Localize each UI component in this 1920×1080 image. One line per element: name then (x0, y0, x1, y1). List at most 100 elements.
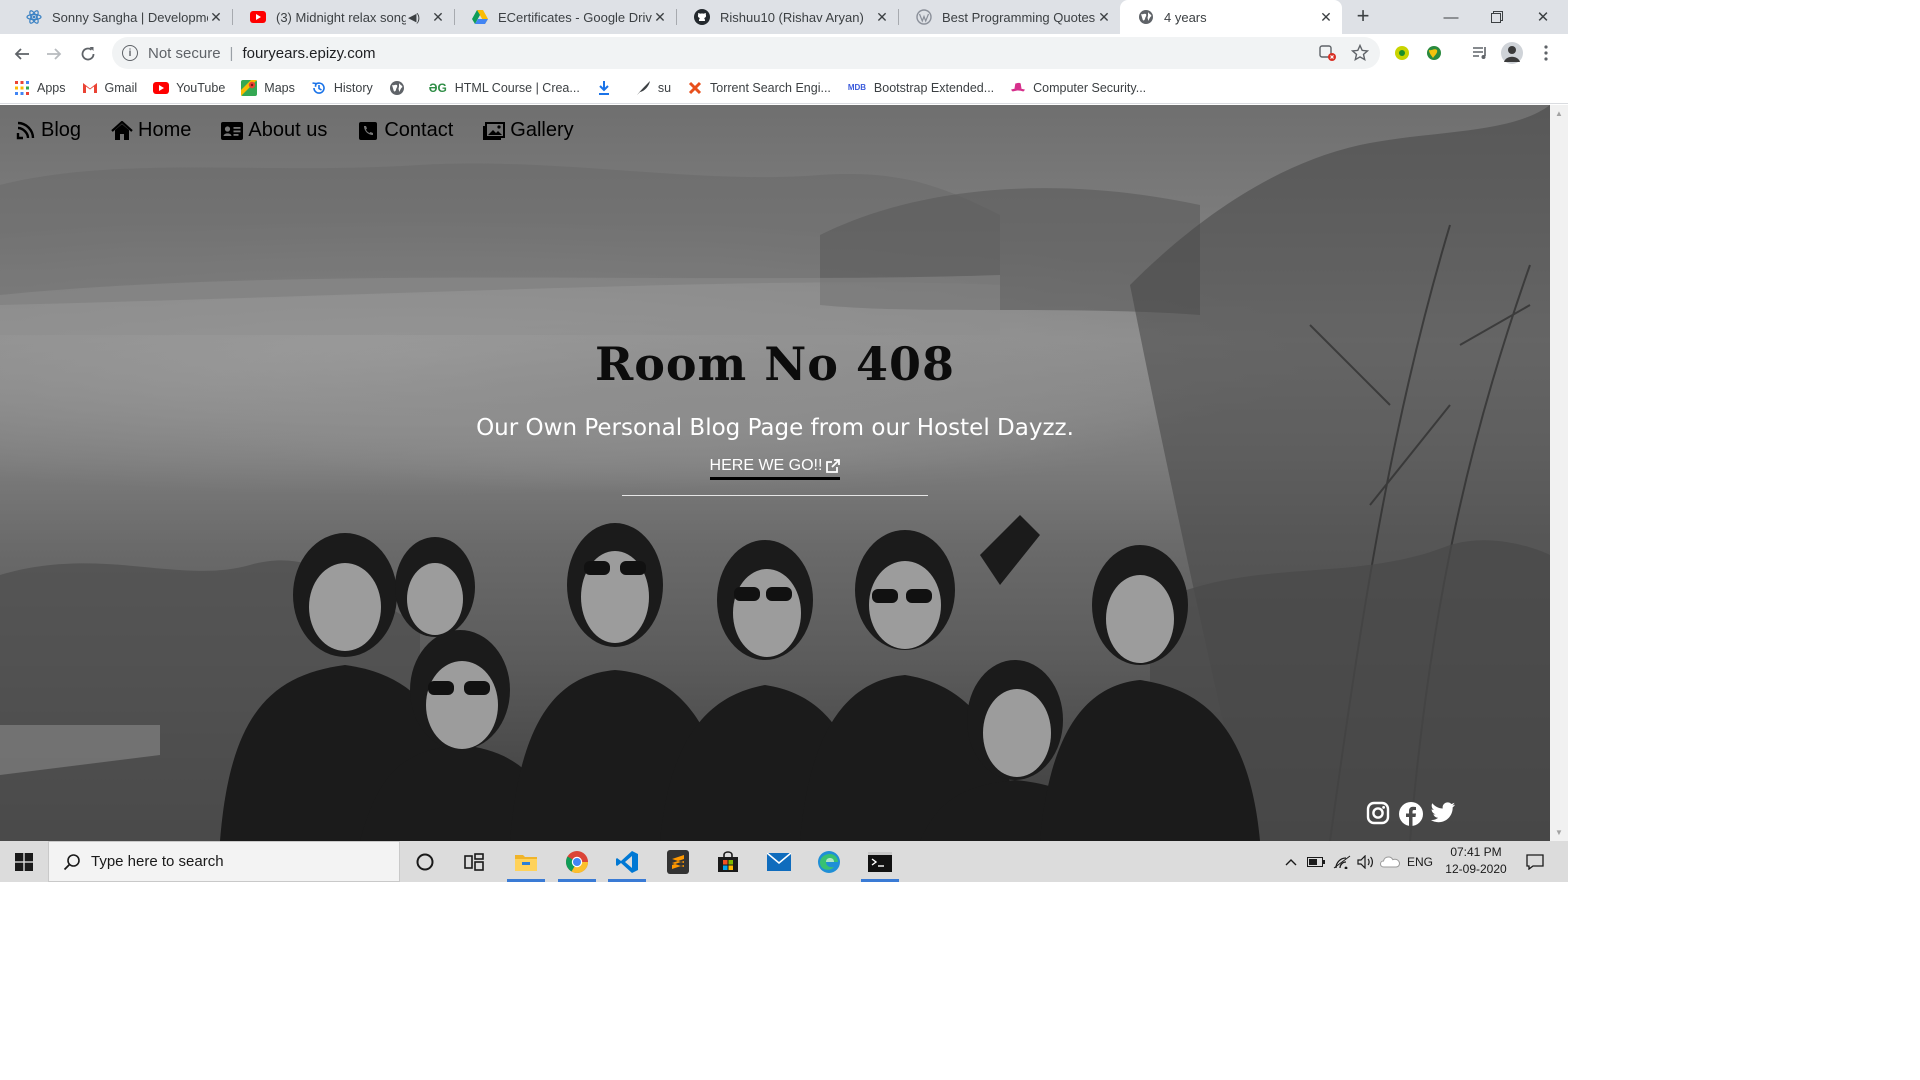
browser-tab-5[interactable]: Best Programming Quotes - ✕ (898, 0, 1120, 34)
reload-button[interactable] (75, 41, 101, 67)
minimize-button[interactable]: — (1428, 0, 1474, 34)
nav-contact[interactable]: Contact (357, 119, 453, 142)
speaker-icon[interactable]: ◀) (406, 11, 422, 24)
menu-kebab-icon[interactable] (1532, 38, 1560, 68)
nav-label: Home (138, 119, 192, 141)
close-icon[interactable]: ✕ (1318, 9, 1334, 26)
url-text[interactable]: fouryears.epizy.com (242, 45, 375, 62)
bookmark-label: Apps (37, 80, 66, 95)
file-explorer-icon[interactable] (503, 841, 549, 882)
forward-button[interactable] (41, 41, 67, 67)
start-button[interactable] (0, 841, 48, 882)
bookmark-su[interactable]: su (635, 80, 671, 96)
group-photo-illustration (220, 515, 1260, 841)
bookmark-label: HTML Course | Crea... (454, 80, 580, 95)
bookmark-globe[interactable] (389, 80, 412, 96)
extension-globe-icon[interactable] (1420, 38, 1448, 68)
address-bar[interactable]: i Not secure | fouryears.epizy.com (112, 37, 1380, 69)
store-icon[interactable] (705, 841, 751, 882)
id-card-icon (221, 121, 244, 141)
hero-title: Room No 408 (594, 337, 956, 391)
close-icon[interactable]: ✕ (874, 9, 890, 26)
divider: | (229, 44, 234, 62)
browser-tab-4[interactable]: Rishuu10 (Rishav Aryan) ✕ (676, 0, 898, 34)
wordpress-icon (916, 9, 932, 25)
facebook-icon[interactable] (1398, 801, 1424, 827)
scroll-down-icon[interactable]: ▼ (1555, 828, 1563, 837)
tab-title: ECertificates - Google Drive (498, 9, 652, 25)
mail-icon[interactable] (756, 841, 802, 882)
media-queue-icon[interactable] (1466, 38, 1494, 68)
bookmark-torrent[interactable]: Torrent Search Engi... (687, 80, 831, 96)
browser-tab-strip: Sonny Sangha | Developmen ✕ (3) Midnight… (0, 0, 1568, 34)
nav-label: Blog (41, 119, 82, 141)
language-indicator[interactable]: ENG (1404, 841, 1436, 882)
nav-label: Contact (384, 119, 454, 141)
task-view-icon[interactable] (451, 841, 497, 882)
vertical-scrollbar[interactable]: ▲ ▼ (1550, 105, 1568, 841)
close-icon[interactable]: ✕ (652, 9, 668, 26)
wifi-icon[interactable] (1330, 841, 1354, 882)
bookmark-history[interactable]: History (311, 80, 373, 96)
taskbar-search[interactable]: Type here to search (48, 841, 400, 882)
bookmark-bootstrap[interactable]: MDB Bootstrap Extended... (847, 80, 994, 96)
notification-icon[interactable] (1518, 841, 1552, 882)
security-label: Not secure (148, 44, 221, 62)
globe-icon (1138, 9, 1154, 25)
nav-about-us[interactable]: About us (221, 119, 327, 142)
bookmark-youtube[interactable]: YouTube (153, 80, 225, 96)
geeksforgeeks-icon: ƏG (428, 80, 447, 95)
extension-icon[interactable] (1388, 38, 1416, 68)
system-clock[interactable]: 07:41 PM 12-09-2020 (1440, 844, 1512, 878)
bookmark-computer-security[interactable]: Computer Security... (1010, 80, 1146, 96)
bookmark-apps[interactable]: Apps (14, 80, 66, 96)
feather-icon (635, 80, 651, 96)
hero-divider (622, 495, 928, 496)
close-icon[interactable]: ✕ (208, 9, 224, 26)
hero-cta-wrapper: HERE WE GO!! (0, 455, 1550, 480)
close-window-button[interactable]: ✕ (1520, 0, 1566, 34)
new-tab-button[interactable]: + (1351, 5, 1375, 29)
battery-icon[interactable] (1304, 841, 1328, 882)
nav-blog[interactable]: Blog (14, 119, 81, 142)
back-arrow-icon (14, 48, 29, 60)
browser-tab-6[interactable]: 4 years ✕ (1120, 0, 1342, 34)
page-viewport: Blog Home About us Contact Gallery Room … (0, 105, 1550, 841)
browser-tab-1[interactable]: Sonny Sangha | Developmen ✕ (8, 0, 232, 34)
browser-tab-2[interactable]: (3) Midnight relax song h ◀) ✕ (232, 0, 454, 34)
site-navbar: Blog Home About us Contact Gallery (14, 119, 604, 142)
bookmark-html-course[interactable]: ƏG HTML Course | Crea... (428, 80, 580, 96)
vscode-icon[interactable] (604, 841, 650, 882)
chevron-up-icon[interactable] (1280, 841, 1302, 882)
star-icon[interactable] (1346, 38, 1374, 68)
info-icon[interactable]: i (122, 45, 138, 61)
edge-icon[interactable] (806, 841, 852, 882)
bookmark-gmail[interactable]: Gmail (82, 80, 137, 96)
clock-time: 07:41 PM (1450, 845, 1502, 859)
profile-avatar[interactable] (1498, 38, 1526, 68)
restore-button[interactable] (1474, 0, 1520, 34)
volume-icon[interactable] (1354, 841, 1378, 882)
instagram-icon[interactable] (1366, 801, 1392, 827)
nav-gallery[interactable]: Gallery (483, 119, 574, 142)
bookmark-label: su (657, 80, 672, 95)
cta-label: HERE WE GO!! (709, 457, 823, 474)
history-icon (311, 80, 327, 96)
phone-icon (357, 121, 379, 141)
browser-tab-3[interactable]: ECertificates - Google Drive ✕ (454, 0, 676, 34)
twitter-icon[interactable] (1430, 801, 1456, 827)
terminal-icon[interactable] (857, 841, 903, 882)
bookmark-download[interactable] (596, 80, 619, 96)
cortana-icon[interactable] (402, 841, 448, 882)
translate-icon[interactable] (1314, 38, 1342, 68)
here-we-go-button[interactable]: HERE WE GO!! (709, 455, 841, 480)
back-button[interactable] (9, 41, 35, 67)
nav-home[interactable]: Home (111, 119, 191, 142)
close-icon[interactable]: ✕ (1096, 9, 1112, 26)
chrome-icon[interactable] (554, 841, 600, 882)
close-icon[interactable]: ✕ (430, 9, 446, 26)
bookmark-maps[interactable]: Maps (241, 79, 295, 96)
onedrive-icon[interactable] (1378, 841, 1402, 882)
scroll-up-icon[interactable]: ▲ (1555, 109, 1563, 118)
sublime-text-icon[interactable] (655, 841, 701, 882)
